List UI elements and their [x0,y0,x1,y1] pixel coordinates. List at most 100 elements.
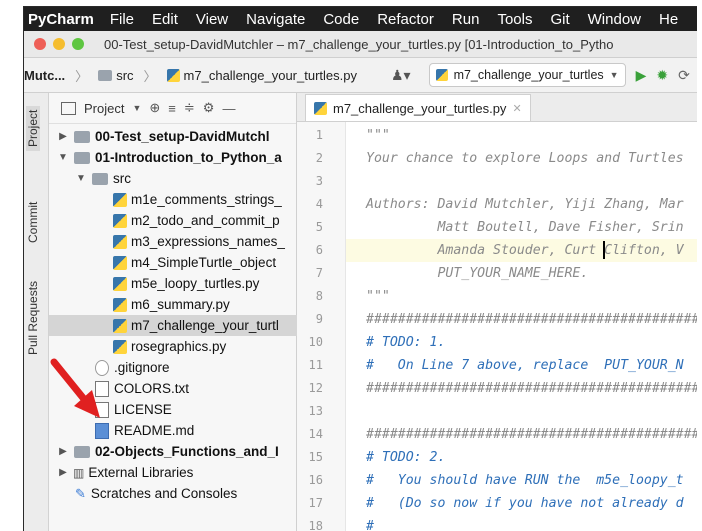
code-line-todo: # _ [366,519,398,531]
line-number: 12 [308,381,323,395]
tree-item-label: 01-Introduction_to_Python_a [95,150,282,165]
python-file-icon [113,297,127,312]
menu-window[interactable]: Window [588,11,641,28]
app-menu[interactable]: PyCharm [24,11,94,28]
tree-item-label: m2_todo_and_commit_p [131,213,280,228]
tree-item-label: m1e_comments_strings_ [131,192,282,207]
tree-item-label: LICENSE [114,402,172,417]
python-file-icon [113,318,127,333]
tree-item-label: README.md [114,423,195,438]
folder-icon [74,151,90,164]
code-line-todo: # (Do so now if you have not already d [366,496,684,511]
code-line-todo: # TODO: 1. [366,335,446,350]
python-file-icon [113,339,127,354]
chevron-down-icon[interactable]: ▼ [75,173,87,184]
tree-item-label: m3_expressions_names_ [131,234,285,249]
menu-help[interactable]: He [659,11,678,28]
expand-all-icon[interactable]: ≑ [184,100,195,116]
python-file-icon [113,255,127,270]
line-number: 8 [315,289,323,303]
user-icon[interactable]: ♟▾ [391,67,411,84]
run-configuration-label: m7_challenge_your_turtles [453,68,604,82]
gear-icon[interactable]: ⚙ [203,100,215,116]
maximize-window-button[interactable] [72,38,84,50]
scratch-icon: ✎ [75,485,86,501]
line-number: 10 [308,335,323,349]
code-line: Authors: David Mutchler, Yiji Zhang, Mar [366,197,684,212]
chevron-right-icon[interactable]: ▶ [57,446,69,457]
tree-item-01-introduction[interactable]: ▼ 01-Introduction_to_Python_a [49,147,304,168]
python-file-icon [166,68,180,82]
commit-tool-tab[interactable]: Commit [26,202,40,243]
line-number: 6 [315,243,323,257]
code-line: ########################################… [366,312,697,327]
code-line: ########################################… [366,381,697,396]
run-icon[interactable]: ▶ [636,67,647,84]
code-line-current: Amanda Stouder, Curt Clifton, V [346,239,697,262]
text-caret [603,241,605,259]
line-number: 11 [308,358,323,372]
menu-tools[interactable]: Tools [497,11,532,28]
python-file-icon [435,69,448,81]
close-icon[interactable]: ✕ [512,102,521,115]
chevron-down-icon[interactable]: ▼ [132,103,141,113]
line-number: 18 [308,519,323,531]
project-view-select[interactable]: Project [84,101,124,116]
breadcrumb-file[interactable]: m7_challenge_your_turtles.py [184,68,357,83]
line-number: 7 [315,266,323,280]
chevron-down-icon[interactable]: ▼ [57,152,69,163]
code-text-area[interactable]: """ Your chance to explore Loops and Tur… [346,122,697,531]
tree-item-external-libraries[interactable]: ▶ ▥ External Libraries [49,462,304,483]
menu-refactor[interactable]: Refactor [377,11,434,28]
tree-item-src[interactable]: ▼ src [49,168,322,189]
tree-item-label: m7_challenge_your_turtl [131,318,279,333]
menu-view[interactable]: View [196,11,228,28]
tree-item-label: src [113,171,131,186]
menu-file[interactable]: File [110,11,134,28]
menu-navigate[interactable]: Navigate [246,11,305,28]
debug-icon[interactable]: ✹ [656,67,668,84]
folder-icon [74,130,90,143]
breadcrumb-project[interactable]: Mutc... [24,68,65,83]
hide-icon[interactable]: — [222,101,235,116]
menu-run[interactable]: Run [452,11,480,28]
editor-tab-m7[interactable]: m7_challenge_your_turtles.py ✕ [305,94,531,121]
minimize-window-button[interactable] [53,38,65,50]
menu-edit[interactable]: Edit [152,11,178,28]
profile-icon[interactable]: ⟳ [678,67,690,84]
folder-icon [92,172,108,185]
tree-item-label: m4_SimpleTurtle_object [131,255,277,270]
collapse-all-icon[interactable]: ≡ [168,101,176,116]
tree-item-label: rosegraphics.py [131,339,227,354]
markdown-file-icon [95,422,109,439]
project-view-icon [61,101,76,115]
tree-item-label: External Libraries [88,465,194,480]
chevron-right-icon[interactable]: ▶ [57,131,69,142]
line-number: 15 [308,450,323,464]
line-number: 16 [308,473,323,487]
code-line-todo: # On Line 7 above, replace PUT_YOUR_N [366,358,684,373]
tree-item-02-objects[interactable]: ▶ 02-Objects_Functions_and_I [49,441,304,462]
tree-item-scratches[interactable]: ✎ Scratches and Consoles [49,483,322,504]
close-window-button[interactable] [34,38,46,50]
project-tool-tab[interactable]: Project [26,105,40,151]
tree-item-00-test-setup[interactable]: ▶ 00-Test_setup-DavidMutchl [49,126,304,147]
line-number: 17 [308,496,323,510]
breadcrumb-separator-icon: 〉 [143,68,157,84]
python-file-icon [113,234,127,249]
menu-git[interactable]: Git [550,11,569,28]
pull-requests-tool-tab[interactable]: Pull Requests [26,281,40,355]
chevron-right-icon[interactable]: ▶ [57,467,69,478]
line-number: 1 [315,128,323,142]
code-line: """ [366,128,390,143]
commit-tab-label: Commit [26,201,40,243]
tree-item-label: 00-Test_setup-DavidMutchl [95,129,270,144]
locate-icon[interactable]: ⊕ [149,100,160,116]
folder-icon [98,69,113,81]
run-configuration-select[interactable]: m7_challenge_your_turtles ▼ [428,63,626,87]
editor-tab-label: m7_challenge_your_turtles.py [333,100,507,116]
breadcrumb-src[interactable]: src [116,68,133,83]
menu-code[interactable]: Code [323,11,359,28]
